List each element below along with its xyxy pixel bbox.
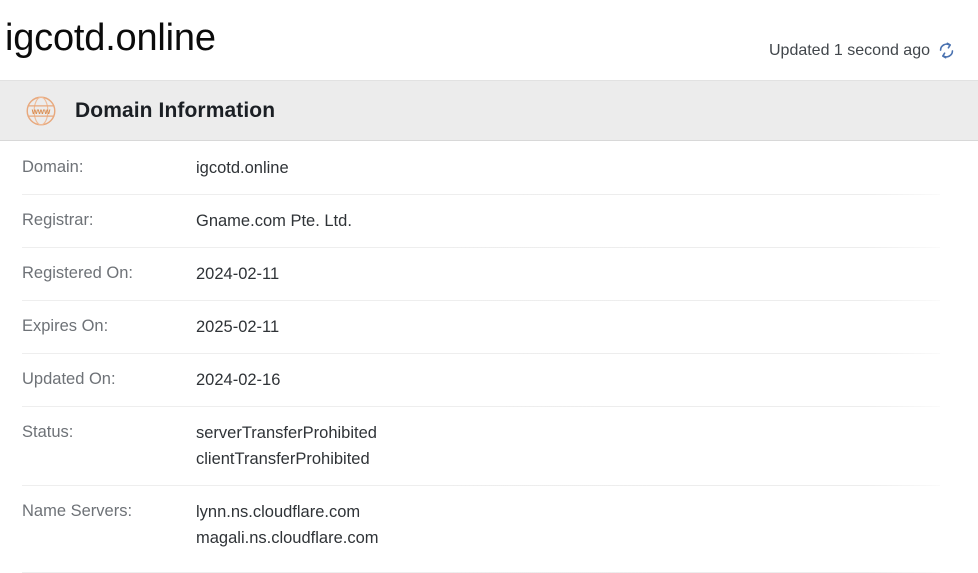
row-value: 2025-02-11	[196, 314, 279, 340]
section-header-domain-information: www Domain Information	[0, 80, 978, 141]
row-value: 2024-02-16	[196, 367, 280, 393]
row-value-line: magali.ns.cloudflare.com	[196, 529, 379, 547]
row-value-line: igcotd.online	[196, 159, 289, 177]
row-value-line: serverTransferProhibited	[196, 424, 377, 442]
row-value-line: 2024-02-11	[196, 265, 280, 283]
row-value-line: 2024-02-16	[196, 371, 281, 389]
table-row: Name Servers: lynn.ns.cloudflare.com magal…	[22, 485, 958, 573]
row-label: Registered On:	[22, 264, 133, 282]
row-label: Expires On:	[22, 317, 109, 335]
row-value-line: 2025-02-11	[196, 318, 280, 336]
row-value: 2024-02-11	[196, 261, 279, 287]
www-globe-icon: www	[22, 92, 60, 130]
table-row: Registrar: Gname.com Pte. Ltd.	[22, 194, 958, 247]
row-value-line: clientTransferProhibited	[196, 450, 370, 468]
row-label: Updated On:	[22, 370, 116, 388]
row-label: Status:	[22, 423, 74, 441]
row-value: lynn.ns.cloudflare.com magali.ns.cloudfla…	[196, 499, 379, 551]
table-row: Status: serverTransferProhibited clientTra…	[22, 406, 958, 485]
www-icon-text: www	[31, 107, 51, 116]
updated-status: Updated 1 second ago	[769, 41, 956, 60]
row-value: igcotd.online	[196, 155, 289, 181]
row-value-line: lynn.ns.cloudflare.com	[196, 503, 361, 521]
row-label: Domain:	[22, 158, 84, 176]
row-value: Gname.com Pte. Ltd.	[196, 208, 352, 234]
table-row: Expires On: 2025-02-11	[22, 300, 958, 353]
row-label: Name Servers:	[22, 502, 133, 520]
row-value-line: Gname.com Pte. Ltd.	[196, 212, 352, 230]
refresh-sync-icon[interactable]	[937, 41, 956, 60]
row-label: Registrar:	[22, 211, 94, 229]
domain-information-table: Domain: igcotd.online Registrar: Gname.com …	[0, 141, 978, 573]
row-value: serverTransferProhibited clientTransferPr…	[196, 420, 377, 472]
table-row: Updated On: 2024-02-16	[22, 353, 958, 406]
table-row: Domain: igcotd.online	[22, 141, 958, 194]
page-title: igcotd.online	[5, 17, 216, 59]
section-title: Domain Information	[75, 99, 276, 122]
table-row: Registered On: 2024-02-11	[22, 247, 958, 300]
page-header: igcotd.online Updated 1 second ago	[0, 0, 978, 80]
updated-timestamp-label: Updated 1 second ago	[768, 41, 930, 59]
